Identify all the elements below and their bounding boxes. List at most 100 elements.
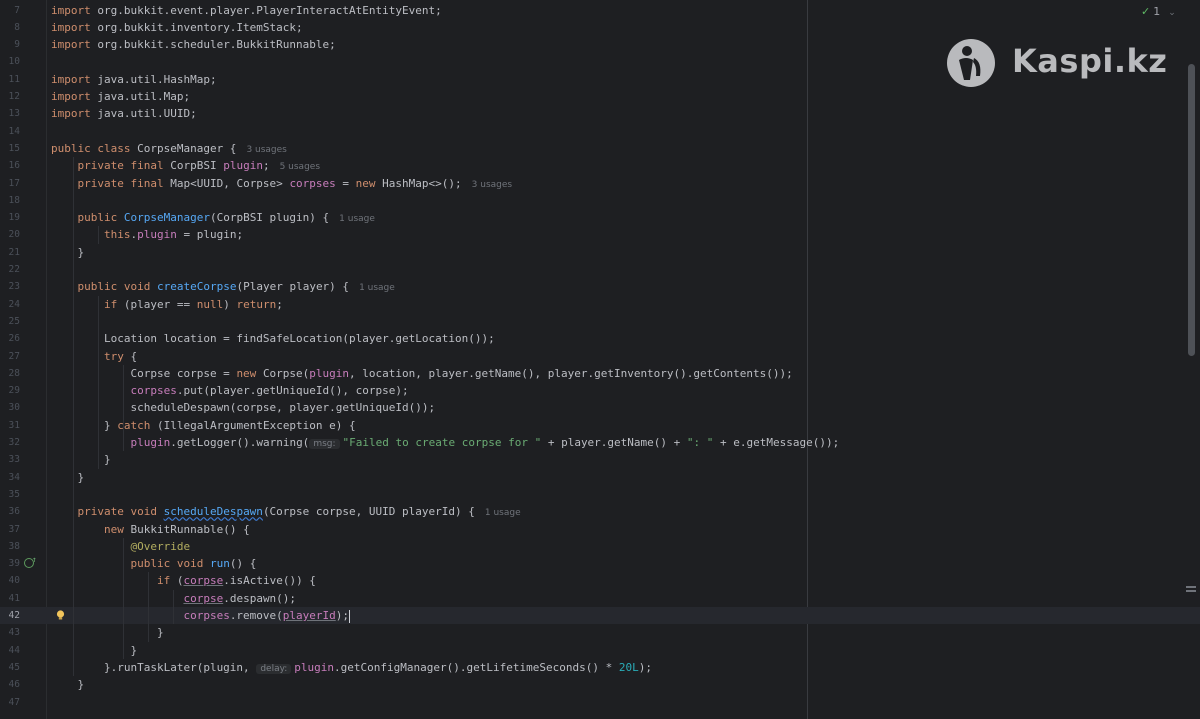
code-text[interactable]: this.plugin = plugin; <box>51 226 243 243</box>
line-number: 33 <box>8 454 20 466</box>
code-text[interactable]: } <box>51 451 111 468</box>
code-line[interactable]: 27 try { <box>0 348 1200 365</box>
usages-hint[interactable]: 5 usages <box>280 162 320 172</box>
line-number: 19 <box>8 212 20 224</box>
code-text[interactable]: @Override <box>51 538 190 555</box>
code-line[interactable]: 13 import java.util.UUID; <box>0 105 1200 122</box>
code-line[interactable]: 33 } <box>0 451 1200 468</box>
code-text[interactable]: Corpse corpse = new Corpse(plugin, locat… <box>51 365 792 382</box>
code-line[interactable]: 34 } <box>0 469 1200 486</box>
code-token: if <box>156 574 177 588</box>
code-text[interactable]: import org.bukkit.inventory.ItemStack; <box>51 19 303 36</box>
code-line[interactable]: 37 new BukkitRunnable() { <box>0 521 1200 538</box>
code-line[interactable]: 18 <box>0 192 1200 209</box>
code-text[interactable]: corpses.remove(playerId); <box>51 607 351 624</box>
code-text[interactable]: } <box>51 244 84 261</box>
usages-hint[interactable]: 1 usage <box>359 283 395 293</box>
code-line[interactable]: 8 import org.bukkit.inventory.ItemStack; <box>0 19 1200 36</box>
code-text[interactable]: import java.util.UUID; <box>51 105 197 122</box>
code-line[interactable]: 30 scheduleDespawn(corpse, player.getUni… <box>0 399 1200 416</box>
code-line[interactable]: 28 Corpse corpse = new Corpse(plugin, lo… <box>0 365 1200 382</box>
code-text[interactable]: } <box>51 642 137 659</box>
line-number: 43 <box>8 627 20 639</box>
code-text[interactable]: import java.util.Map; <box>51 88 190 105</box>
code-editor[interactable]: 7 import org.bukkit.event.player.PlayerIn… <box>0 0 1200 719</box>
code-text[interactable]: Location location = findSafeLocation(pla… <box>51 330 495 347</box>
code-line[interactable]: 25 <box>0 313 1200 330</box>
code-line[interactable]: 43 } <box>0 624 1200 641</box>
code-line[interactable]: 26 Location location = findSafeLocation(… <box>0 330 1200 347</box>
code-token: private void <box>77 505 164 519</box>
code-text[interactable]: scheduleDespawn(corpse, player.getUnique… <box>51 399 435 416</box>
code-token: playerId <box>282 609 336 622</box>
code-token: .put(player.getUniqueId(), corpse); <box>176 384 409 398</box>
line-number: 31 <box>8 419 20 431</box>
code-line[interactable]: 41 corpse.despawn(); <box>0 590 1200 607</box>
usages-hint[interactable]: 1 usage <box>485 508 521 518</box>
code-text[interactable]: import org.bukkit.event.player.PlayerInt… <box>51 2 442 19</box>
code-line[interactable]: 12 import java.util.Map; <box>0 88 1200 105</box>
line-number: 29 <box>8 385 20 397</box>
code-line[interactable]: 17 private final Map<UUID, Corpse> corps… <box>0 175 1200 192</box>
code-line[interactable]: 19 public CorpseManager(CorpBSI plugin) … <box>0 209 1200 226</box>
line-number: 25 <box>8 315 20 327</box>
code-text[interactable]: try { <box>51 348 137 365</box>
code-text[interactable]: } catch (IllegalArgumentException e) { <box>51 417 356 434</box>
code-line[interactable]: 29 corpses.put(player.getUniqueId(), cor… <box>0 382 1200 399</box>
code-token: try <box>103 349 131 363</box>
code-line[interactable]: 15 public class CorpseManager {3 usages <box>0 140 1200 157</box>
code-text[interactable]: public void run() { <box>51 555 256 572</box>
code-line[interactable]: 36 private void scheduleDespawn(Corpse c… <box>0 503 1200 520</box>
line-number: 27 <box>8 350 20 362</box>
code-line[interactable]: 7 import org.bukkit.event.player.PlayerIn… <box>0 2 1200 19</box>
code-text[interactable]: import java.util.HashMap; <box>51 71 217 88</box>
code-text[interactable]: } <box>51 469 84 486</box>
code-line[interactable]: 22 <box>0 261 1200 278</box>
code-text[interactable]: } <box>51 624 164 641</box>
code-line[interactable]: 40 if (corpse.isActive()) { <box>0 572 1200 589</box>
code-line[interactable]: 21 } <box>0 244 1200 261</box>
code-line[interactable]: 46 } <box>0 676 1200 693</box>
code-line[interactable]: 16 private final CorpBSI plugin; 5 usages <box>0 157 1200 174</box>
code-line[interactable]: 24 if (player == null) return; <box>0 296 1200 313</box>
code-line[interactable]: 35 <box>0 486 1200 503</box>
code-token: (IllegalArgumentException e) { <box>156 418 356 432</box>
code-text[interactable]: new BukkitRunnable() { <box>51 521 250 538</box>
code-text[interactable]: corpses.put(player.getUniqueId(), corpse… <box>51 382 409 399</box>
code-token: ); <box>638 660 652 674</box>
code-token: 20L <box>618 660 639 674</box>
code-line[interactable]: 44 } <box>0 642 1200 659</box>
code-line[interactable]: 31 } catch (IllegalArgumentException e) … <box>0 417 1200 434</box>
code-token: this <box>103 228 131 242</box>
code-line[interactable]: 38 @Override <box>0 538 1200 555</box>
chevron-down-icon[interactable]: ⌄ <box>1168 8 1176 18</box>
inspection-widget[interactable]: ✓ 1 ⌄ <box>1141 5 1176 18</box>
code-line[interactable]: 23 public void createCorpse(Player playe… <box>0 278 1200 295</box>
code-text[interactable]: if (player == null) return; <box>51 296 283 313</box>
code-line[interactable]: 42 corpses.remove(playerId); <box>0 607 1200 625</box>
usages-hint[interactable]: 1 usage <box>339 214 375 224</box>
code-token: import <box>51 38 98 52</box>
code-token: .getConfigManager().getLifetimeSeconds()… <box>334 660 619 674</box>
code-text[interactable]: } <box>51 676 84 693</box>
code-line[interactable]: 14 <box>0 123 1200 140</box>
code-line[interactable]: 32 plugin.getLogger().warning(msg: "Faile… <box>0 434 1200 451</box>
code-text[interactable]: import org.bukkit.scheduler.BukkitRunnab… <box>51 36 336 53</box>
code-token: org.bukkit.event.player.PlayerInteractAt… <box>97 3 442 17</box>
code-text[interactable]: if (corpse.isActive()) { <box>51 572 316 589</box>
indent-guide <box>123 364 124 434</box>
code-line[interactable]: 39 ↑ public void run() { <box>0 555 1200 572</box>
usages-hint[interactable]: 3 usages <box>246 145 286 155</box>
code-token: plugin <box>309 366 350 380</box>
line-number: 44 <box>8 644 20 656</box>
code-line[interactable]: 20 this.plugin = plugin; <box>0 226 1200 243</box>
vertical-scrollbar[interactable] <box>1188 64 1195 356</box>
code-line[interactable]: 47 <box>0 694 1200 711</box>
code-token: run <box>209 557 230 571</box>
code-token: () { <box>229 557 257 571</box>
code-line[interactable]: 45 }.runTaskLater(plugin, delay: plugin.g… <box>0 659 1200 676</box>
code-token: } <box>51 678 85 692</box>
usages-hint[interactable]: 3 usages <box>472 180 512 190</box>
